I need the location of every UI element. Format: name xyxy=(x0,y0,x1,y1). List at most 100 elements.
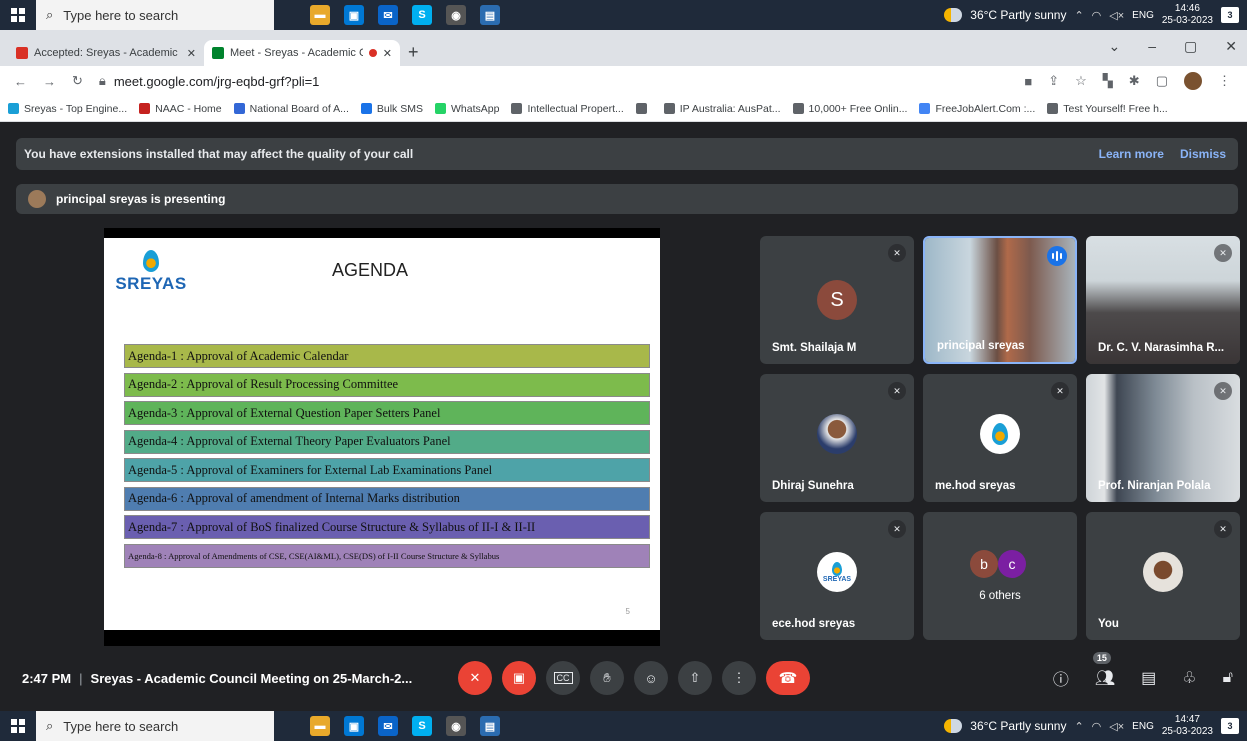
avatar xyxy=(980,414,1020,454)
share-icon[interactable]: ⇪ xyxy=(1048,73,1059,89)
hang-up-icon: ☎ xyxy=(778,670,798,687)
mic-off-icon: ✕ xyxy=(1051,382,1069,400)
taskbar-clock[interactable]: 14:47 25-03-2023 xyxy=(1162,714,1213,738)
bookmark-item[interactable]: 10,000+ Free Onlin... xyxy=(792,103,907,115)
participant-tile[interactable]: ✕ Prof. Niranjan Polala xyxy=(1086,374,1240,502)
bookmark-item[interactable]: IP Australia: AusPat... xyxy=(663,103,781,115)
participant-tile[interactable]: ✕ Dr. C. V. Narasimha R... xyxy=(1086,236,1240,364)
participant-tile[interactable]: ✕ me.hod sreyas xyxy=(923,374,1077,502)
speaking-indicator-icon xyxy=(1047,246,1067,266)
participant-tile[interactable]: ✕ SREYAS ece.hod sreyas xyxy=(760,512,914,640)
volume-icon[interactable]: ◁× xyxy=(1109,720,1124,733)
bookmark-item[interactable]: Test Yourself! Free h... xyxy=(1047,103,1168,115)
extensions-icon[interactable]: ▚ xyxy=(1103,73,1113,89)
tab-search-icon[interactable]: ⌄ xyxy=(1109,38,1121,55)
puzzle-icon[interactable]: ✱ xyxy=(1129,73,1140,89)
menu-icon[interactable]: ⋮ xyxy=(1218,73,1231,89)
bookmark-label: FreeJobAlert.Com :... xyxy=(935,102,1036,115)
store-icon[interactable]: ▣ xyxy=(344,5,364,25)
camera-toggle-button[interactable]: ▣ xyxy=(502,661,536,695)
more-options-button[interactable]: ⋮ xyxy=(722,661,756,695)
new-tab-button[interactable]: + xyxy=(400,40,427,66)
skype-icon[interactable]: S xyxy=(412,5,432,25)
app-icon[interactable]: ▤ xyxy=(480,5,500,25)
bookmark-item[interactable]: Intellectual Propert... xyxy=(511,103,624,115)
sidepanel-icon[interactable]: ▢ xyxy=(1156,73,1168,89)
activities-icon[interactable]: ♧ xyxy=(1182,668,1196,688)
participant-tile[interactable]: principal sreyas xyxy=(923,236,1077,364)
camera-off-icon: ▣ xyxy=(512,670,526,685)
forward-icon[interactable]: → xyxy=(43,74,56,89)
reload-icon[interactable]: ↻ xyxy=(72,73,83,89)
file-explorer-icon[interactable]: ▬ xyxy=(310,5,330,25)
camera-indicator-icon[interactable]: ■ xyxy=(1024,74,1032,89)
tab-gmail[interactable]: Accepted: Sreyas - Academic Cou ✕ xyxy=(8,40,204,66)
participant-tile[interactable]: ✕ Dhiraj Sunehra xyxy=(760,374,914,502)
file-explorer-icon[interactable]: ▬ xyxy=(310,716,330,736)
chat-icon[interactable]: ▤ xyxy=(1141,668,1156,688)
app-icon[interactable]: ▤ xyxy=(480,716,500,736)
windows-start-button[interactable] xyxy=(0,0,36,30)
minimize-button[interactable]: – xyxy=(1148,38,1156,55)
mail-icon[interactable]: ✉ xyxy=(378,5,398,25)
participant-tile[interactable]: ✕ S Smt. Shailaja M xyxy=(760,236,914,364)
reactions-button[interactable]: ☺ xyxy=(634,661,668,695)
network-icon[interactable]: ◠ xyxy=(1092,9,1102,22)
bookmark-item[interactable] xyxy=(635,103,652,114)
bookmark-item[interactable]: NAAC - Home xyxy=(139,103,222,115)
weather-text[interactable]: 36°C Partly sunny xyxy=(970,8,1066,22)
tray-chevron-icon[interactable]: ⌃ xyxy=(1074,9,1083,22)
volume-icon[interactable]: ◁× xyxy=(1109,9,1124,22)
host-controls-icon[interactable]: 🔓︎ xyxy=(1223,669,1233,687)
tab-meet[interactable]: Meet - Sreyas - Academic Co ✕ xyxy=(204,40,400,66)
weather-text[interactable]: 36°C Partly sunny xyxy=(970,719,1066,733)
taskbar-search-box[interactable]: ⌕ Type here to search xyxy=(36,0,274,30)
taskbar-search-box[interactable]: ⌕ Type here to search xyxy=(36,711,274,741)
agenda-item: Agenda-4 : Approval of External Theory P… xyxy=(124,429,650,454)
meeting-controls: 2:47 PM | Sreyas - Academic Council Meet… xyxy=(0,652,1247,698)
language-indicator[interactable]: ENG xyxy=(1132,721,1154,732)
mic-toggle-button[interactable]: ✕ xyxy=(458,661,492,695)
language-indicator[interactable]: ENG xyxy=(1132,10,1154,21)
dismiss-button[interactable]: Dismiss xyxy=(1180,147,1226,161)
profile-avatar[interactable] xyxy=(1184,72,1202,90)
close-icon[interactable]: ✕ xyxy=(187,47,196,60)
close-window-button[interactable]: ✕ xyxy=(1225,38,1237,55)
bookmark-item[interactable]: Bulk SMS xyxy=(360,103,423,115)
captions-button[interactable]: CC xyxy=(546,661,580,695)
bookmark-star-icon[interactable]: ☆ xyxy=(1075,73,1087,89)
tray-chevron-icon[interactable]: ⌃ xyxy=(1074,720,1083,733)
captions-icon: CC xyxy=(553,672,573,684)
learn-more-link[interactable]: Learn more xyxy=(1099,147,1164,161)
address-bar[interactable]: 🔒︎ meet.google.com/jrg-eqbd-grf?pli=1 xyxy=(99,73,320,89)
store-icon[interactable]: ▣ xyxy=(344,716,364,736)
notification-icon[interactable]: 3 xyxy=(1221,7,1239,23)
network-icon[interactable]: ◠ xyxy=(1092,720,1102,733)
close-icon[interactable]: ✕ xyxy=(383,47,392,60)
logo-drop-icon xyxy=(143,250,159,272)
windows-start-button[interactable] xyxy=(0,711,36,741)
bookmark-item[interactable]: National Board of A... xyxy=(233,103,349,115)
self-tile[interactable]: ✕ You xyxy=(1086,512,1240,640)
mail-icon[interactable]: ✉ xyxy=(378,716,398,736)
people-button[interactable]: 15 👥︎ xyxy=(1092,652,1115,688)
bookmark-favicon-icon xyxy=(139,103,151,114)
notification-icon[interactable]: 3 xyxy=(1221,718,1239,734)
raise-hand-button[interactable]: ✋︎ xyxy=(590,661,624,695)
clock-time: 14:47 xyxy=(1174,714,1200,725)
chrome-icon[interactable]: ◉ xyxy=(446,716,466,736)
meeting-details-icon[interactable]: ⓘ xyxy=(1053,666,1069,690)
bookmark-item[interactable]: Sreyas - Top Engine... xyxy=(8,103,127,115)
others-tile[interactable]: b c 6 others xyxy=(923,512,1077,640)
maximize-button[interactable]: ▢ xyxy=(1184,38,1197,55)
bookmark-item[interactable]: WhatsApp xyxy=(434,103,499,115)
taskbar-clock[interactable]: 14:46 25-03-2023 xyxy=(1162,3,1213,27)
present-button[interactable]: ⇧ xyxy=(678,661,712,695)
back-icon[interactable]: ← xyxy=(14,74,27,89)
chrome-icon[interactable]: ◉ xyxy=(446,5,466,25)
participant-name: ece.hod sreyas xyxy=(772,618,856,630)
weather-icon xyxy=(944,719,963,733)
bookmark-item[interactable]: FreeJobAlert.Com :... xyxy=(919,103,1035,115)
skype-icon[interactable]: S xyxy=(412,716,432,736)
leave-call-button[interactable]: ☎ xyxy=(766,661,810,695)
